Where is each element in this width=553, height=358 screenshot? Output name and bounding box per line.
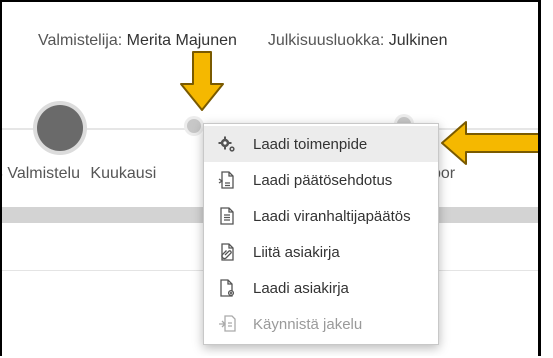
gear-icon — [217, 134, 237, 154]
menu-item-laadi-asiakirja[interactable]: Laadi asiakirja — [204, 270, 438, 306]
process-node-current[interactable] — [37, 105, 83, 151]
menu-item-laadi-toimenpide[interactable]: Laadi toimenpide — [204, 126, 438, 162]
preparer-label: Valmistelija: — [38, 32, 123, 49]
menu-item-laadi-paatosehdotus[interactable]: Laadi päätösehdotus — [204, 162, 438, 198]
process-node-month[interactable] — [187, 119, 201, 133]
document-decision-icon — [217, 206, 237, 226]
menu-item-laadi-viranhaltijapaatos[interactable]: Laadi viranhaltijapäätös — [204, 198, 438, 234]
menu-item-label: Laadi asiakirja — [253, 279, 349, 297]
menu-item-label: Laadi toimenpide — [253, 135, 368, 153]
menu-item-label: Laadi viranhaltijapäätös — [253, 207, 411, 225]
menu-item-kaynnista-jakelu: Käynnistä jakelu — [204, 306, 438, 342]
menu-item-label: Laadi päätösehdotus — [253, 171, 393, 189]
step-label-valmistelu[interactable]: 3 Valmistelu — [2, 165, 80, 182]
case-meta: Valmistelija: Merita Majunen Julkisuuslu… — [38, 32, 447, 50]
process-step-labels: 3 Valmistelu Kuukausi — [2, 165, 156, 183]
app-frame: Valmistelija: Merita Majunen Julkisuuslu… — [0, 0, 541, 356]
publicity-class-label: Julkisuusluokka: — [267, 32, 385, 49]
publicity-class-value: Julkinen — [388, 32, 448, 49]
menu-item-label: Liitä asiakirja — [253, 243, 340, 261]
distribution-icon — [217, 314, 237, 334]
document-proposal-icon — [217, 170, 237, 190]
step-label-kuukausi[interactable]: Kuukausi — [90, 165, 156, 182]
annotation-arrow-left-icon — [441, 121, 538, 165]
new-document-icon — [217, 278, 237, 298]
context-menu: Laadi toimenpide Laadi päätösehdotus Laa… — [203, 123, 439, 345]
preparer-value: Merita Majunen — [126, 32, 237, 49]
menu-item-label: Käynnistä jakelu — [253, 315, 363, 333]
menu-item-liita-asiakirja[interactable]: Liitä asiakirja — [204, 234, 438, 270]
annotation-arrow-down-icon — [180, 51, 224, 111]
attach-document-icon — [217, 242, 237, 262]
